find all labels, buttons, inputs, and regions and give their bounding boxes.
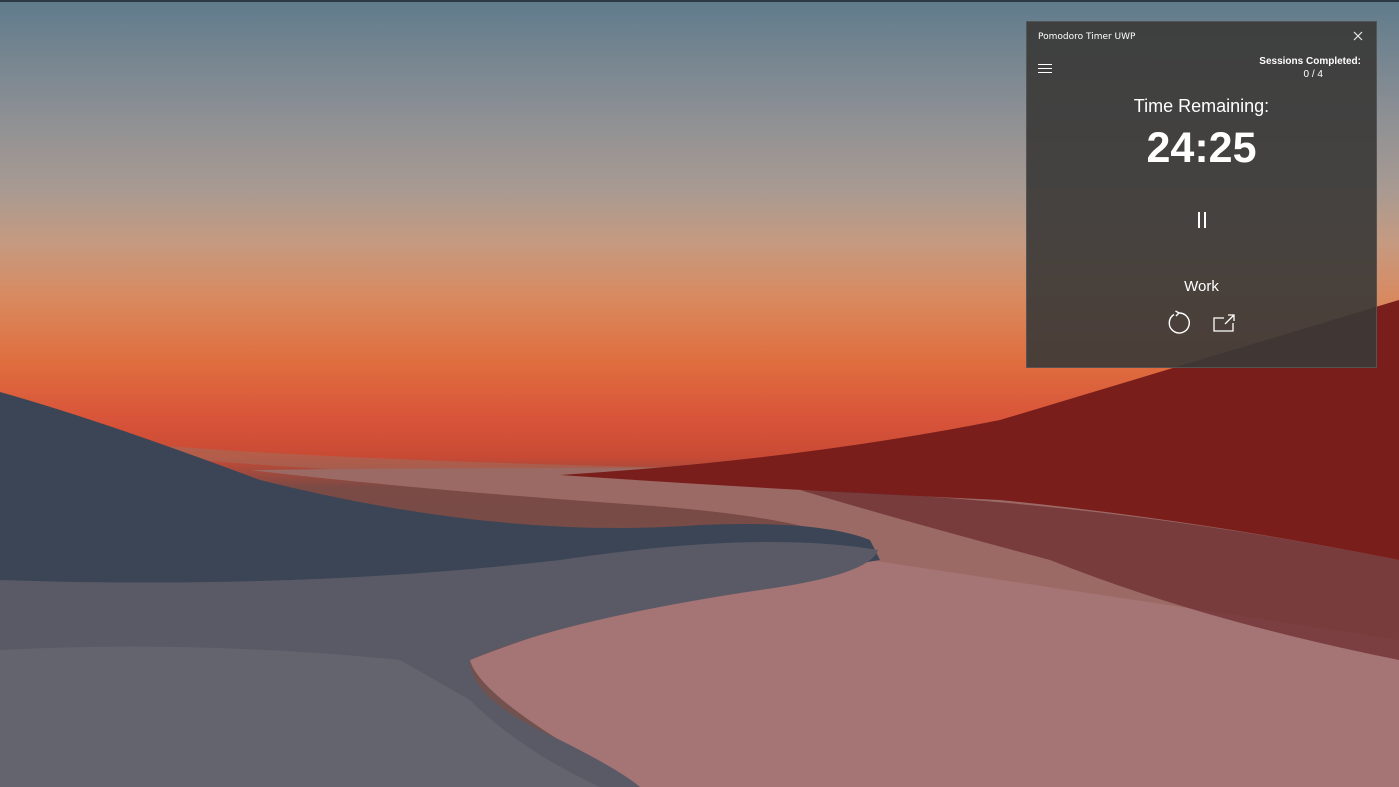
reset-icon [1168, 310, 1190, 334]
time-remaining-value: 24:25 [1146, 124, 1257, 172]
pause-button[interactable] [1192, 209, 1212, 231]
window-title: Pomodoro Timer UWP [1038, 32, 1136, 42]
menu-icon-line [1038, 72, 1052, 73]
sessions-panel: Sessions Completed: 0 / 4 [1241, 56, 1361, 80]
close-button[interactable] [1348, 26, 1368, 46]
sessions-value: 0 / 4 [1303, 69, 1323, 80]
mode-label: Work [1184, 278, 1219, 295]
time-remaining-label: Time Remaining: [1133, 96, 1270, 116]
popout-button[interactable] [1212, 312, 1236, 334]
menu-icon-line [1038, 68, 1052, 69]
pomodoro-window[interactable]: Pomodoro Timer UWP Sessions Completed: 0… [1026, 21, 1377, 368]
desktop: Pomodoro Timer UWP Sessions Completed: 0… [0, 0, 1399, 787]
close-icon [1353, 31, 1363, 41]
popout-icon [1213, 314, 1235, 332]
menu-icon-line [1038, 64, 1052, 65]
menu-button[interactable] [1038, 64, 1052, 76]
screen-top-edge [0, 0, 1399, 2]
sessions-label: Sessions Completed: [1259, 56, 1361, 67]
reset-button[interactable] [1166, 310, 1192, 336]
